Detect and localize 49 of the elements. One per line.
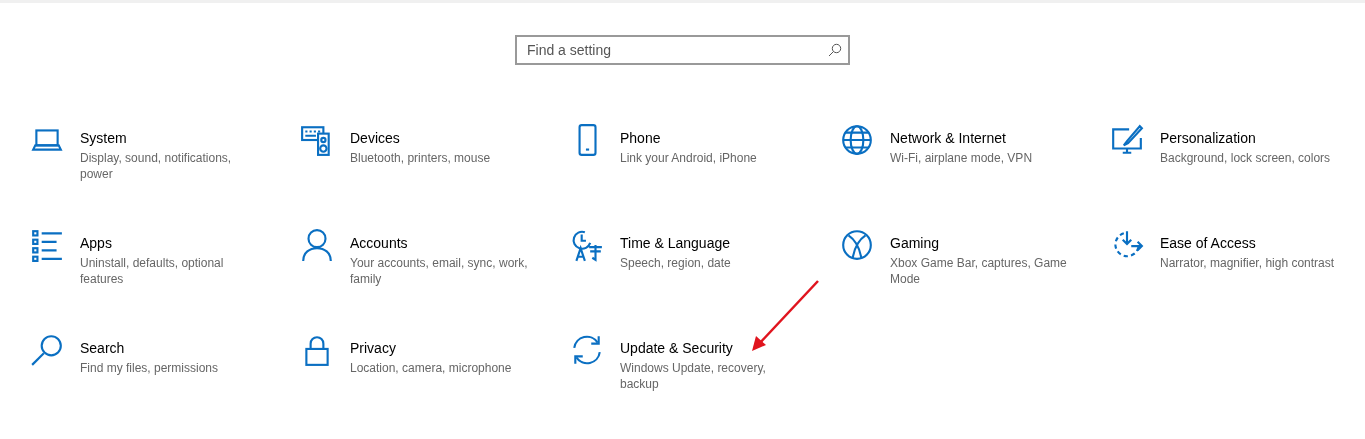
person-icon	[300, 228, 334, 262]
globe-icon	[840, 123, 874, 157]
settings-category[interactable]: Time & Language Speech, region, date	[570, 228, 840, 271]
xbox-icon	[840, 228, 874, 262]
settings-category[interactable]: Network & Internet Wi-Fi, airplane mode, VPN	[840, 123, 1110, 166]
magnifier-icon	[30, 333, 64, 367]
category-title: Time & Language	[620, 234, 731, 252]
settings-category[interactable]: Apps Uninstall, defaults, optional features	[30, 228, 300, 287]
category-description: Display, sound, notifications, power	[80, 150, 233, 182]
category-description: Speech, region, date	[620, 255, 731, 271]
sync-icon	[570, 333, 604, 367]
category-description: Link your Android, iPhone	[620, 150, 757, 166]
category-description: Narrator, magnifier, high contrast	[1160, 255, 1335, 271]
settings-category[interactable]: Ease of Access Narrator, magnifier, high contrast	[1110, 228, 1365, 271]
category-title: Apps	[80, 234, 113, 252]
settings-category[interactable]: Personalization Background, lock screen, colors	[1110, 123, 1365, 166]
category-title: Phone	[620, 129, 662, 147]
search-icon	[828, 43, 842, 57]
category-title: Ease of Access	[1160, 234, 1257, 252]
settings-category[interactable]: Phone Link your Android, iPhone	[570, 123, 840, 166]
category-title: Privacy	[350, 339, 397, 357]
settings-category[interactable]: Update & Security Windows Update, recovery, backup	[570, 333, 840, 392]
category-description: Background, lock screen, colors	[1160, 150, 1331, 166]
settings-category[interactable]: Accounts Your accounts, email, sync, work, family	[300, 228, 570, 287]
category-description: Find my files, permissions	[80, 360, 219, 376]
category-description: Your accounts, email, sync, work, family	[350, 255, 528, 287]
category-title: Gaming	[890, 234, 941, 252]
category-description: Bluetooth, printers, mouse	[350, 150, 491, 166]
category-description: Windows Update, recovery, backup	[620, 360, 767, 392]
settings-category[interactable]: Search Find my files, permissions	[30, 333, 300, 376]
settings-category[interactable]: Gaming Xbox Game Bar, captures, Game Mode	[840, 228, 1110, 287]
settings-category[interactable]: Privacy Location, camera, microphone	[300, 333, 570, 376]
language-clock-icon	[570, 228, 604, 262]
category-title: Update & Security	[620, 339, 734, 357]
category-description: Wi-Fi, airplane mode, VPN	[890, 150, 1033, 166]
category-title: System	[80, 129, 128, 147]
category-title: Accounts	[350, 234, 409, 252]
settings-category[interactable]: Devices Bluetooth, printers, mouse	[300, 123, 570, 166]
search-field[interactable]: Find a setting	[515, 35, 850, 65]
category-title: Network & Internet	[890, 129, 1007, 147]
paint-monitor-icon	[1110, 123, 1144, 157]
category-description: Xbox Game Bar, captures, Game Mode	[890, 255, 1068, 287]
category-description: Uninstall, defaults, optional features	[80, 255, 225, 287]
category-description: Location, camera, microphone	[350, 360, 512, 376]
list-icon	[30, 228, 64, 262]
category-title: Personalization	[1160, 129, 1257, 147]
category-title: Search	[80, 339, 126, 357]
settings-category[interactable]: System Display, sound, notifications, power	[30, 123, 300, 182]
category-title: Devices	[350, 129, 401, 147]
